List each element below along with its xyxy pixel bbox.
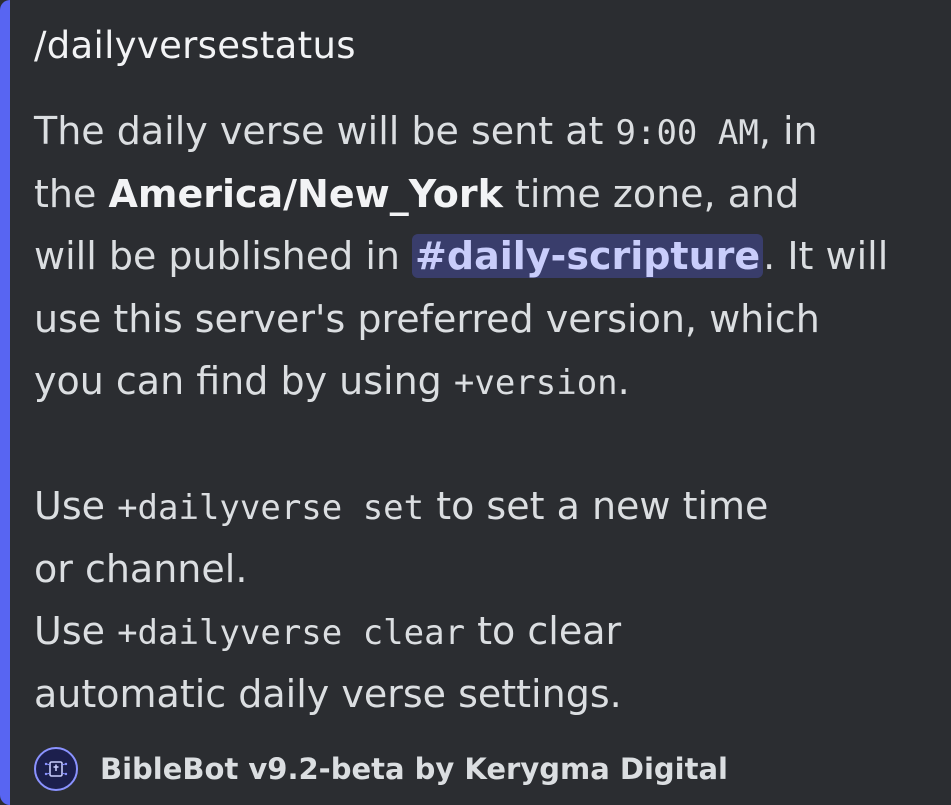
set-command-code: +dailyverse set [117, 488, 425, 528]
footer-text: BibleBot v9.2-beta by Kerygma Digital [100, 752, 728, 786]
text-segment: The daily verse will be sent at [34, 109, 616, 153]
text-segment: will be published in [34, 234, 413, 278]
embed-title: /dailyversestatus [34, 24, 356, 67]
text-segment: the [34, 171, 109, 216]
text-segment: use this server's preferred version, whi… [34, 296, 820, 341]
text-segment: . [617, 359, 630, 403]
description-line: Use +dailyverse clear to clear [34, 600, 939, 663]
text-segment: Use [34, 609, 118, 653]
text-segment: automatic daily verse settings. [34, 671, 622, 716]
text-segment: to clear [465, 609, 622, 653]
embed-description: The daily verse will be sent at 9:00 AM,… [34, 100, 939, 725]
timezone-bold: America/New_York [108, 171, 503, 216]
text-segment: Use [34, 484, 118, 528]
embed-footer: BibleBot v9.2-beta by Kerygma Digital [34, 746, 728, 792]
time-code: 9:00 AM [615, 113, 759, 153]
channel-mention-link[interactable]: #daily-scripture [412, 234, 764, 278]
description-line: you can find by using +version. [34, 350, 939, 413]
description-line: use this server's preferred version, whi… [34, 288, 939, 351]
description-line: automatic daily verse settings. [34, 663, 939, 726]
text-segment: you can find by using [34, 359, 454, 403]
text-segment: , in [758, 109, 818, 153]
text-segment: . It will [763, 234, 889, 278]
description-line: or channel. [34, 538, 939, 601]
description-line: will be published in #daily-scripture. I… [34, 225, 939, 288]
description-line: Use +dailyverse set to set a new time [34, 475, 939, 538]
biblebot-avatar-icon [34, 747, 78, 791]
bot-embed: /dailyversestatus The daily verse will b… [0, 0, 951, 805]
clear-command-code: +dailyverse clear [117, 613, 466, 653]
description-line: The daily verse will be sent at 9:00 AM,… [34, 100, 939, 163]
text-segment: to set a new time [424, 484, 769, 528]
version-command-code: +version [453, 363, 618, 403]
text-segment: time zone, and [502, 171, 800, 216]
text-segment: or channel. [34, 546, 248, 591]
description-line: the America/New_York time zone, and [34, 163, 939, 226]
